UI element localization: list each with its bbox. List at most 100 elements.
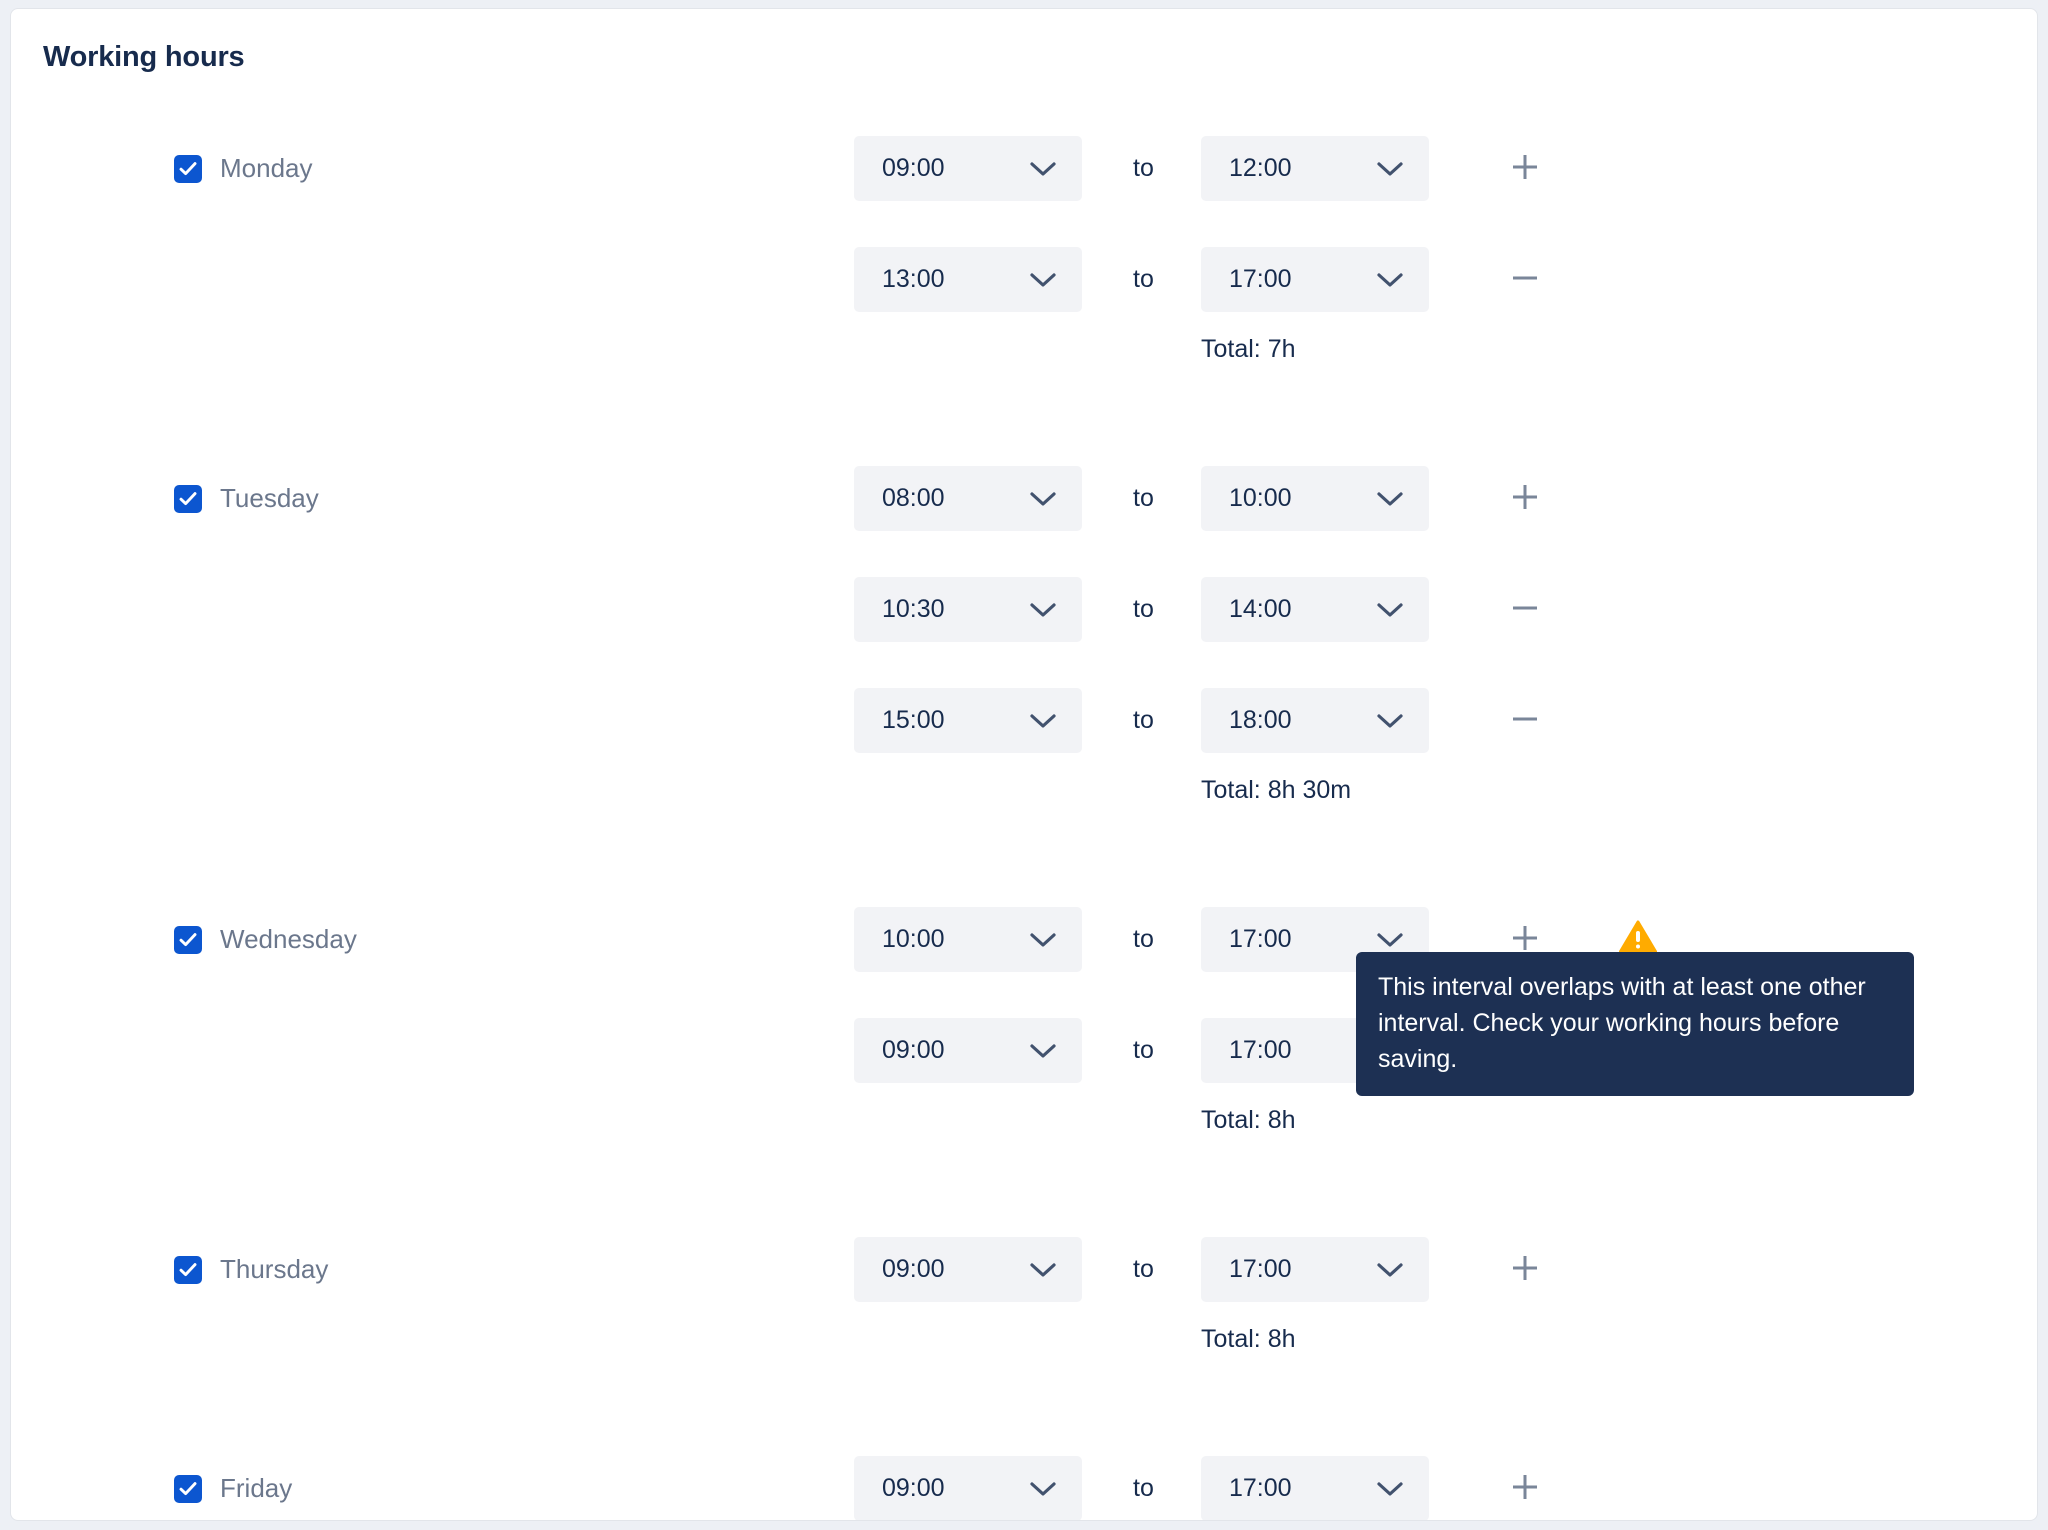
interval-row: Friday 09:00 to 17:00	[11, 1433, 2037, 1520]
working-hours-schedule: Monday 09:00 to 12:00 13:00 to 17:00 Total: 7h T…	[11, 113, 2037, 1520]
interval-start-select[interactable]: 08:00	[854, 466, 1082, 531]
interval-row: 13:00 to 17:00	[11, 224, 2037, 335]
interval-start-select[interactable]: 09:00	[854, 1456, 1082, 1520]
interval-start-value: 15:00	[882, 706, 945, 734]
remove-interval-button[interactable]	[1497, 577, 1553, 642]
remove-interval-button[interactable]	[1497, 688, 1553, 753]
day-toggle-cell: Friday	[174, 1433, 293, 1520]
remove-interval-button[interactable]	[1497, 1018, 1553, 1083]
plus-icon	[1510, 923, 1540, 956]
chevron-down-icon	[1377, 161, 1403, 177]
day-checkbox-monday[interactable]	[174, 154, 202, 183]
day-total-text: Total: 8h 30m	[1201, 776, 1352, 804]
check-icon	[179, 161, 197, 175]
interval-end-value: 14:00	[1229, 595, 1292, 623]
interval-start-select[interactable]: 10:00	[854, 907, 1082, 972]
day-total-text: Total: 8h	[1201, 1325, 1296, 1353]
chevron-down-icon	[1030, 491, 1056, 507]
day-label: Tuesday	[220, 483, 319, 513]
check-icon	[179, 1481, 197, 1495]
interval-start-select[interactable]: 09:00	[854, 1237, 1082, 1302]
day-label: Friday	[220, 1473, 293, 1503]
interval-end-value: 17:00	[1229, 1474, 1292, 1502]
to-label: to	[1133, 265, 1154, 293]
interval-end-select[interactable]: 17:00	[1201, 247, 1429, 312]
chevron-down-icon	[1030, 1481, 1056, 1497]
interval-row: 09:00 to 17:00	[11, 995, 2037, 1106]
plus-icon	[1510, 482, 1540, 515]
to-label: to	[1133, 595, 1154, 623]
day-block: Monday 09:00 to 12:00 13:00 to 17:00 Total: 7h	[11, 113, 2037, 398]
interval-end-select[interactable]: 17:00	[1201, 907, 1429, 972]
interval-end-value: 10:00	[1229, 484, 1292, 512]
to-label: to	[1133, 484, 1154, 512]
interval-row: Monday 09:00 to 12:00	[11, 113, 2037, 224]
day-toggle-cell: Wednesday	[174, 884, 357, 995]
warning-triangle-icon	[1619, 920, 1657, 959]
day-block: Thursday 09:00 to 17:00 Total: 8h	[11, 1214, 2037, 1388]
chevron-down-icon	[1377, 272, 1403, 288]
plus-icon	[1510, 1253, 1540, 1286]
day-label: Wednesday	[220, 924, 357, 954]
chevron-down-icon	[1030, 272, 1056, 288]
check-icon	[179, 491, 197, 505]
minus-icon	[1510, 1034, 1540, 1067]
to-label: to	[1133, 154, 1154, 182]
day-toggle-cell: Tuesday	[174, 443, 319, 554]
interval-start-value: 10:30	[882, 595, 945, 623]
add-interval-button[interactable]	[1497, 907, 1553, 972]
interval-start-value: 09:00	[882, 1255, 945, 1283]
chevron-down-icon	[1377, 602, 1403, 618]
interval-row: Wednesday 10:00 to 17:00	[11, 884, 2037, 995]
page-title: Working hours	[43, 41, 245, 73]
interval-end-value: 17:00	[1229, 1036, 1292, 1064]
minus-icon	[1510, 704, 1540, 737]
day-total: Total: 8h	[11, 1106, 2037, 1169]
overlap-warning-icon[interactable]	[1614, 907, 1662, 972]
interval-row: Thursday 09:00 to 17:00	[11, 1214, 2037, 1325]
day-checkbox-wednesday[interactable]	[174, 925, 202, 954]
interval-end-value: 17:00	[1229, 925, 1292, 953]
interval-start-value: 13:00	[882, 265, 945, 293]
chevron-down-icon	[1377, 713, 1403, 729]
interval-end-value: 12:00	[1229, 154, 1292, 182]
chevron-down-icon	[1030, 161, 1056, 177]
plus-icon	[1510, 1472, 1540, 1505]
interval-end-value: 17:00	[1229, 1255, 1292, 1283]
interval-end-select[interactable]: 17:00	[1201, 1456, 1429, 1520]
interval-start-select[interactable]: 13:00	[854, 247, 1082, 312]
day-label: Thursday	[220, 1254, 329, 1284]
add-interval-button[interactable]	[1497, 1456, 1553, 1520]
add-interval-button[interactable]	[1497, 1237, 1553, 1302]
day-spacer	[11, 398, 2037, 443]
interval-end-select[interactable]: 12:00	[1201, 136, 1429, 201]
interval-end-select[interactable]: 17:00	[1201, 1237, 1429, 1302]
interval-start-value: 10:00	[882, 925, 945, 953]
interval-row: 15:00 to 18:00	[11, 665, 2037, 776]
day-total-text: Total: 7h	[1201, 335, 1296, 363]
interval-start-select[interactable]: 10:30	[854, 577, 1082, 642]
day-checkbox-thursday[interactable]	[174, 1255, 202, 1284]
to-label: to	[1133, 1036, 1154, 1064]
day-checkbox-friday[interactable]	[174, 1474, 202, 1503]
remove-interval-button[interactable]	[1497, 247, 1553, 312]
interval-end-select[interactable]: 18:00	[1201, 688, 1429, 753]
add-interval-button[interactable]	[1497, 136, 1553, 201]
interval-end-select[interactable]: 17:00	[1201, 1018, 1429, 1083]
add-interval-button[interactable]	[1497, 466, 1553, 531]
check-icon	[179, 1262, 197, 1276]
interval-start-select[interactable]: 09:00	[854, 136, 1082, 201]
interval-start-select[interactable]: 15:00	[854, 688, 1082, 753]
check-icon	[179, 932, 197, 946]
day-total: Total: 8h	[11, 1325, 2037, 1388]
interval-start-value: 08:00	[882, 484, 945, 512]
day-label: Monday	[220, 153, 313, 183]
interval-start-value: 09:00	[882, 1474, 945, 1502]
minus-icon	[1510, 263, 1540, 296]
day-checkbox-tuesday[interactable]	[174, 484, 202, 513]
interval-end-select[interactable]: 10:00	[1201, 466, 1429, 531]
minus-icon	[1510, 593, 1540, 626]
to-label: to	[1133, 925, 1154, 953]
interval-start-select[interactable]: 09:00	[854, 1018, 1082, 1083]
interval-end-select[interactable]: 14:00	[1201, 577, 1429, 642]
